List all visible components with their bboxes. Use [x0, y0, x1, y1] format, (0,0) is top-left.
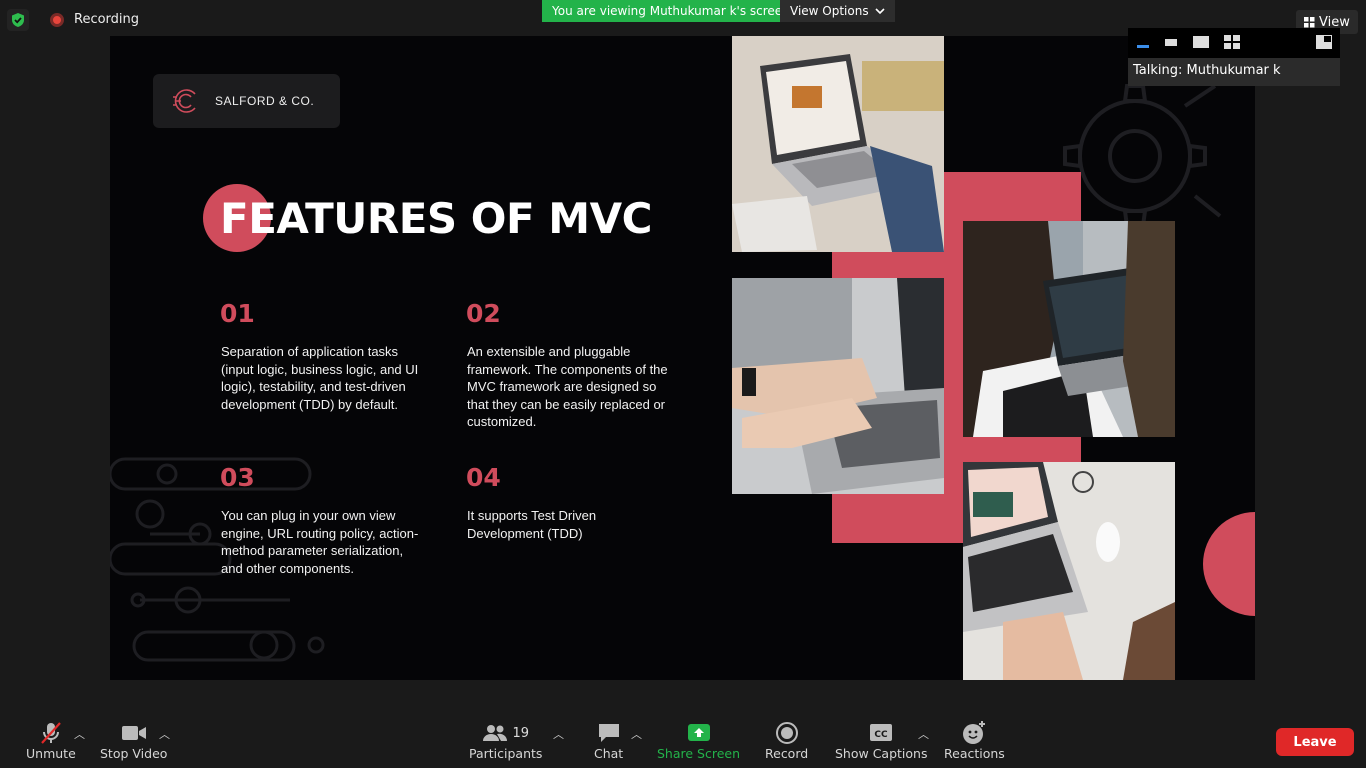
record-button[interactable]: Record: [765, 720, 808, 761]
feature-text: It supports Test Driven Development (TDD…: [467, 508, 597, 541]
feature-text: Separation of application tasks (input l…: [221, 344, 419, 412]
audio-options-chevron-icon[interactable]: ︿: [74, 726, 85, 742]
feature-text: An extensible and pluggable framework. T…: [467, 344, 668, 429]
chat-label: Chat: [594, 746, 624, 761]
record-icon: [775, 722, 798, 744]
laptop-mouse-photo: [963, 462, 1175, 680]
stop-video-button[interactable]: Stop Video: [100, 720, 167, 761]
salford-logo-icon: [173, 89, 196, 113]
salford-logo-card: SALFORD & CO.: [153, 74, 340, 128]
feature-number: 03: [220, 463, 255, 492]
thumbnail-view-controls: [1128, 28, 1340, 56]
minimize-thumbnail-icon[interactable]: [1136, 35, 1150, 49]
slide-title: FEATURES OF MVC: [220, 194, 652, 243]
gallery-view-icon[interactable]: [1224, 35, 1240, 49]
recording-dot-icon: [50, 12, 64, 27]
laptop-desk-photo: [732, 36, 944, 252]
participants-label: Participants: [469, 746, 543, 761]
talking-indicator: Talking: Muthukumar k: [1128, 58, 1340, 86]
show-captions-button[interactable]: CC Show Captions: [835, 720, 927, 761]
reactions-button[interactable]: Reactions: [944, 720, 1005, 761]
participants-icon: [483, 725, 508, 741]
pink-half-circle: [1203, 512, 1255, 616]
unmute-label: Unmute: [26, 746, 76, 761]
participants-count: 19: [512, 725, 529, 741]
participants-button[interactable]: 19 Participants: [469, 720, 542, 761]
logo-text: SALFORD & CO.: [215, 94, 315, 108]
show-captions-label: Show Captions: [835, 746, 928, 761]
chevron-down-icon: [875, 8, 885, 15]
reactions-label: Reactions: [944, 746, 1005, 761]
recording-label: Recording: [74, 12, 140, 27]
share-screen-icon: [687, 724, 710, 741]
chat-button[interactable]: Chat: [594, 720, 623, 761]
svg-text:CC: CC: [875, 730, 889, 740]
slide-bottom-margin: [110, 680, 1255, 716]
exit-thumbnail-icon[interactable]: [1316, 35, 1332, 49]
reactions-smiley-icon: [963, 721, 986, 744]
feature-number: 04: [466, 463, 501, 492]
stop-video-label: Stop Video: [100, 746, 168, 761]
speaker-view-icon[interactable]: [1192, 35, 1210, 49]
recording-indicator[interactable]: Recording: [50, 12, 139, 27]
woman-laptop-photo: [963, 221, 1175, 437]
meeting-toolbar: Unmute ︿ Stop Video ︿ 19 Participants ︿ …: [0, 716, 1366, 768]
grid-view-icon: [1304, 16, 1315, 27]
hide-video-icon[interactable]: [1164, 35, 1178, 49]
video-camera-icon: [121, 726, 146, 740]
feature-text: You can plug in your own view engine, UR…: [221, 508, 419, 576]
feature-number: 02: [466, 299, 501, 328]
view-options-label: View Options: [790, 4, 869, 18]
security-shield-icon[interactable]: [7, 9, 29, 31]
unmute-button[interactable]: Unmute: [26, 720, 76, 761]
video-options-chevron-icon[interactable]: ︿: [159, 726, 170, 742]
feature-number: 01: [220, 299, 255, 328]
viewing-screen-banner: You are viewing Muthukumar k's screen: [542, 0, 800, 22]
view-options-button[interactable]: View Options: [780, 0, 895, 22]
participants-options-chevron-icon[interactable]: ︿: [553, 726, 564, 742]
speaker-thumbnail-panel: Talking: Muthukumar k: [1128, 28, 1340, 86]
microphone-muted-icon: [41, 722, 61, 744]
share-screen-button[interactable]: Share Screen: [657, 720, 740, 761]
shared-screen-slide: SALFORD & CO. FEATURES OF MVC 01 Separat…: [110, 36, 1255, 680]
leave-button[interactable]: Leave: [1276, 728, 1354, 756]
share-screen-label: Share Screen: [657, 746, 741, 761]
chat-bubble-icon: [598, 724, 619, 742]
closed-captions-icon: CC: [870, 724, 893, 741]
captions-options-chevron-icon[interactable]: ︿: [918, 726, 929, 742]
record-label: Record: [765, 746, 809, 761]
chat-options-chevron-icon[interactable]: ︿: [631, 726, 642, 742]
hands-typing-photo: [732, 278, 944, 494]
